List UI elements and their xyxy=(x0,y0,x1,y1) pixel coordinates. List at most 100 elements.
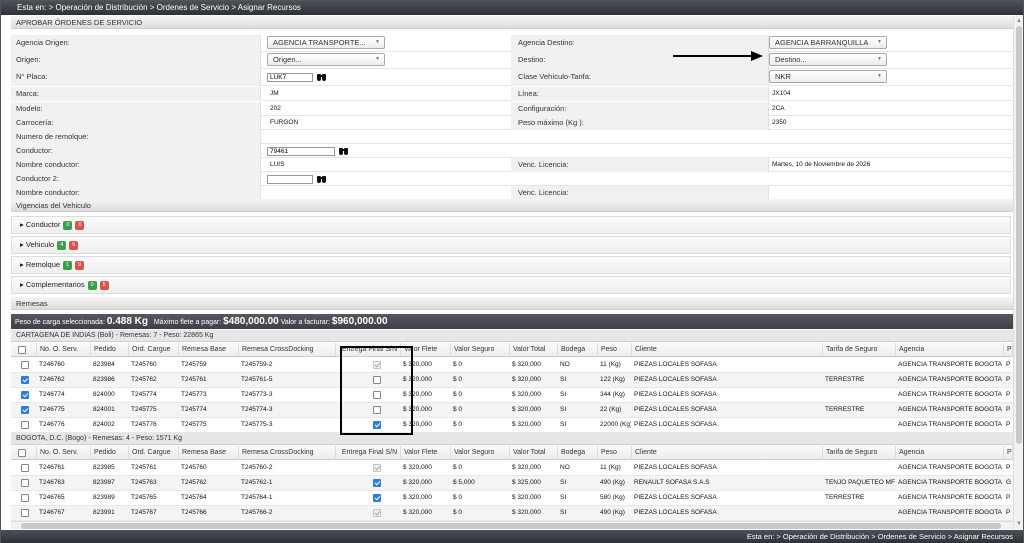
main-content: APROBAR ÓRDENES DE SERVICIO Agencia Orig… xyxy=(11,16,1013,529)
conductor-input[interactable] xyxy=(267,147,335,156)
summary-bar: Peso de carga seleccionada: 0.488 Kg Máx… xyxy=(11,314,1013,329)
remolque-label: Numero de remolque: xyxy=(16,132,89,141)
column-header[interactable]: Pedido xyxy=(91,446,129,460)
table-row[interactable]: T246765 823989 T245765 T245764 T245764-1 $ 32… xyxy=(11,491,1013,506)
cell-peso: 11 (Kg) xyxy=(600,464,621,471)
valor-facturar: $960,000.00 xyxy=(331,316,388,327)
cell-ped: 823991 xyxy=(93,509,115,516)
cell-rb: T245774 xyxy=(181,406,207,413)
cell-rb: T245761 xyxy=(181,376,207,383)
vertical-scrollbar[interactable]: ▲ ▼ xyxy=(1013,16,1023,529)
row-select-checkbox[interactable] xyxy=(21,361,29,369)
agencia-origen-select[interactable]: AGENCIA TRANSPORTE... ▼ xyxy=(267,36,385,49)
entrega-final-checkbox[interactable] xyxy=(373,494,381,502)
column-header[interactable]: Entrega Final S/N xyxy=(336,446,401,460)
horizontal-scrollbar[interactable] xyxy=(11,521,1013,529)
column-header[interactable]: Remesa CrossDocking xyxy=(239,446,336,460)
cell-p: P xyxy=(1006,494,1011,501)
row-select-checkbox[interactable] xyxy=(21,479,29,487)
cell-rb: T245766 xyxy=(181,509,207,516)
table-row[interactable]: T246776 824002 T245776 T245775 T245775-3 $ 32… xyxy=(11,418,1013,433)
cell-peso: 11 (Kg) xyxy=(600,361,621,368)
table-row[interactable]: T246762 823986 T245762 T245761 T245761-5 $ 32… xyxy=(11,373,1013,388)
column-header[interactable]: Valor Seguro xyxy=(451,446,510,460)
row-select-checkbox[interactable] xyxy=(21,406,29,414)
cell-ped: 823986 xyxy=(93,376,115,383)
table-row[interactable]: T246761 823985 T245761 T245760 T245760-2 $ 32… xyxy=(11,461,1013,476)
destino-select[interactable]: Destino... ▼ xyxy=(769,53,887,66)
scroll-down-icon[interactable]: ▼ xyxy=(1015,520,1023,528)
column-header[interactable]: P xyxy=(1004,446,1013,460)
row-select-checkbox[interactable] xyxy=(21,464,29,472)
cell-p: P xyxy=(1006,406,1011,413)
cell-vf: $ 320,000 xyxy=(403,494,432,501)
column-header[interactable]: Valor Flete xyxy=(401,446,451,460)
cell-cli: PIEZAS LOCALES SOFASA xyxy=(634,494,717,501)
clase-select[interactable]: NKR ▼ xyxy=(769,70,887,83)
entrega-final-checkbox[interactable] xyxy=(373,479,381,487)
column-header[interactable]: Agencia xyxy=(896,446,1004,460)
column-header xyxy=(11,446,37,460)
cell-bod: NO xyxy=(560,361,570,368)
table-row[interactable]: T246767 823991 T245767 T245766 T245766-2 $ 32… xyxy=(11,506,1013,521)
placa-input[interactable] xyxy=(267,73,313,82)
column-header[interactable]: Pedido xyxy=(91,343,129,357)
table-row[interactable]: T246775 824001 T245775 T245774 T245774-3 $ 32… xyxy=(11,403,1013,418)
cell-cli: PIEZAS LOCALES SOFASA xyxy=(634,376,717,383)
column-header[interactable]: Remesa Base xyxy=(179,446,239,460)
cell-rc: T245760-2 xyxy=(241,464,273,471)
column-header[interactable]: No. O. Serv. xyxy=(37,343,91,357)
conductor2-input[interactable] xyxy=(267,175,313,184)
column-header[interactable]: Bodega xyxy=(558,343,598,357)
column-header[interactable]: Remesa Base xyxy=(179,343,239,357)
binoculars-icon[interactable] xyxy=(317,73,326,81)
column-header[interactable]: Remesa CrossDocking xyxy=(239,343,336,357)
column-header[interactable]: Peso xyxy=(598,446,632,460)
column-header[interactable]: Tarifa de Seguro xyxy=(823,343,896,357)
vigencia-remolque[interactable]: ▸ Remolque 1 9 xyxy=(11,256,1011,274)
vigencia-complementarios[interactable]: ▸ Complementarios 0 5 xyxy=(11,276,1011,294)
column-header[interactable]: Bodega xyxy=(558,446,598,460)
column-header[interactable]: Cliente xyxy=(632,343,823,357)
vigencia-vehiculo[interactable]: ▸ Vehiculo 4 6 xyxy=(11,236,1011,254)
cell-rc: T245761-5 xyxy=(241,376,273,383)
column-header[interactable]: Valor Total xyxy=(510,446,558,460)
row-select-checkbox[interactable] xyxy=(21,494,29,502)
row-select-checkbox[interactable] xyxy=(21,376,29,384)
highlight-box xyxy=(340,346,413,435)
row-select-checkbox[interactable] xyxy=(21,421,29,429)
row-select-checkbox[interactable] xyxy=(21,509,29,517)
binoculars-icon[interactable] xyxy=(317,175,326,183)
expired-count-badge: 6 xyxy=(69,240,79,250)
scroll-up-icon[interactable]: ▲ xyxy=(1015,17,1023,25)
column-header[interactable]: Tarifa de Seguro xyxy=(823,446,896,460)
table-row[interactable]: T246763 823987 T245763 T245762 T245762-1 $ 32… xyxy=(11,476,1013,491)
row-select-checkbox[interactable] xyxy=(21,391,29,399)
binoculars-icon[interactable] xyxy=(339,147,348,155)
vigencia-conductor[interactable]: ▸ Conductor 0 0 xyxy=(11,216,1011,234)
cell-peso: 580 (Kg) xyxy=(600,494,625,501)
cell-vs: $ 0 xyxy=(453,464,463,471)
column-header[interactable]: No. O. Serv. xyxy=(37,446,91,460)
column-header[interactable]: Ord. Cargue xyxy=(129,343,179,357)
origen-select[interactable]: Origen... ▼ xyxy=(267,53,385,66)
column-header[interactable]: Valor Seguro xyxy=(451,343,510,357)
column-header[interactable]: Agencia xyxy=(896,343,1004,357)
agencia-destino-select[interactable]: AGENCIA BARRANQUILLA ▼ xyxy=(769,36,887,49)
select-all-checkbox[interactable] xyxy=(18,449,26,457)
table-row[interactable]: T246760 823984 T245760 T245759 T245759-2 $ 32… xyxy=(11,358,1013,373)
column-header[interactable]: Valor Total xyxy=(510,343,558,357)
cell-bod: SI xyxy=(560,509,567,516)
cell-ag: AGENCIA TRANSPORTE BOGOTA xyxy=(898,376,1003,383)
table-row[interactable]: T246774 824000 T245774 T245773 T245773-3 $ 32… xyxy=(11,388,1013,403)
column-header[interactable]: Cliente xyxy=(632,446,823,460)
cell-ped: 823985 xyxy=(93,464,115,471)
origen-label: Origen: xyxy=(16,55,41,64)
venc-licencia-label: Venc. Licencia: xyxy=(518,160,569,169)
select-all-checkbox[interactable] xyxy=(18,346,26,354)
nombre-conductor2-label: Nombre conductor: xyxy=(16,188,80,197)
column-header[interactable]: Peso xyxy=(598,343,632,357)
column-header[interactable]: Ord. Cargue xyxy=(129,446,179,460)
cell-rb: T245762 xyxy=(181,479,207,486)
column-header[interactable]: P xyxy=(1004,343,1013,357)
